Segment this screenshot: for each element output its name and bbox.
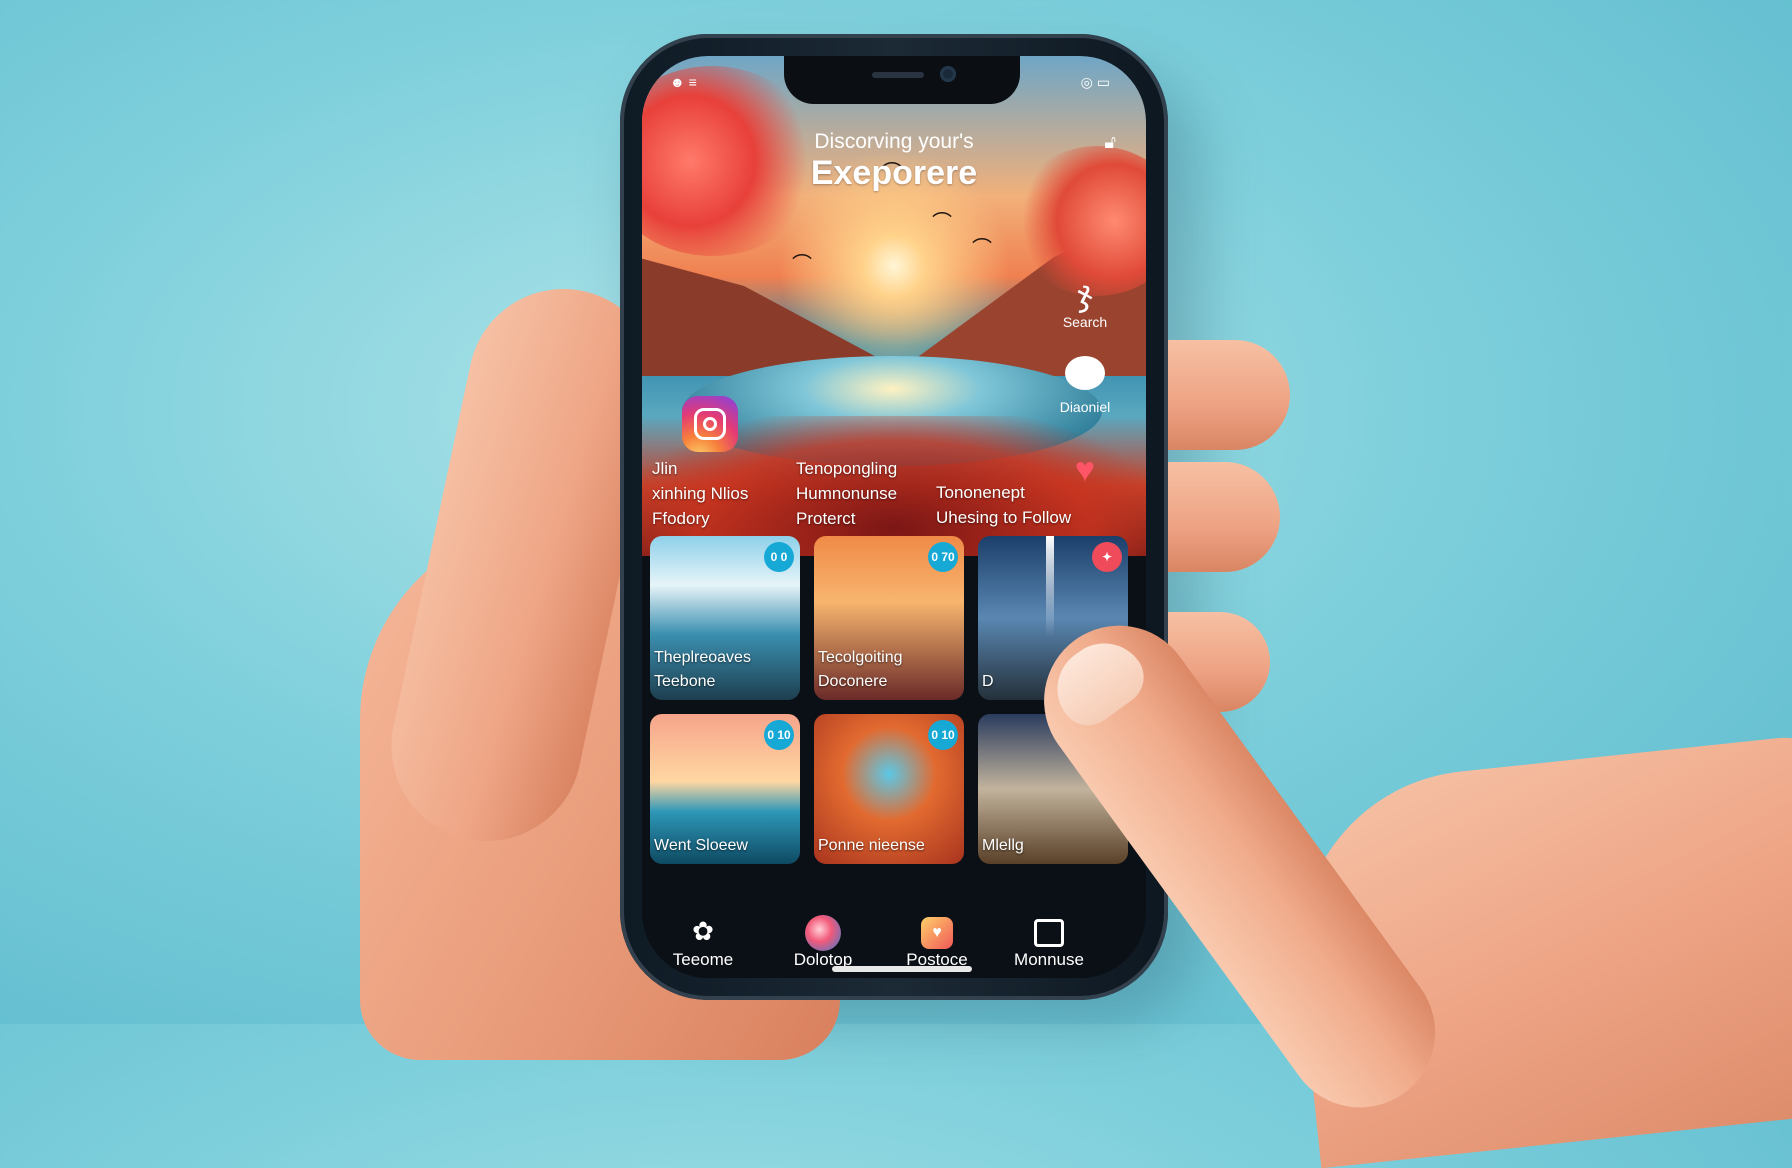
count-badge: 0 0 xyxy=(764,542,794,572)
lock-icon[interactable]: 🔓︎ xyxy=(1104,132,1116,153)
nav-item-profile[interactable]: Monnuse xyxy=(994,912,1104,970)
count-badge: 0 10 xyxy=(764,720,794,750)
messages-label: Diaoniel xyxy=(1059,399,1111,415)
nav-item-post[interactable]: ♥ Postoce xyxy=(882,912,992,970)
instagram-logo-icon[interactable] xyxy=(682,396,738,452)
grid-tile[interactable]: 0 70 Tecolgoiting Doconere xyxy=(814,536,964,700)
search-action[interactable]: ჯ Search xyxy=(1050,274,1120,330)
search-label: Search xyxy=(1062,314,1108,330)
knot-icon: ჯ xyxy=(1077,275,1093,313)
box-icon xyxy=(994,912,1104,950)
circle-app-icon xyxy=(768,912,878,952)
tile-label: Mlellg xyxy=(982,837,1024,854)
count-badge: 0 70 xyxy=(928,542,958,572)
tile-label: Theplreoaves Teebone xyxy=(654,649,751,690)
caption-2[interactable]: Tenopongling Humnonunse Proterct xyxy=(796,456,956,531)
status-left-icons: ☻ ≡ xyxy=(670,74,697,90)
tile-label: D xyxy=(982,673,994,690)
caption-1[interactable]: Jlin xinhing Nlios Ffodory xyxy=(652,456,802,531)
grid-tile[interactable]: 0 10 Ponne nieense xyxy=(814,714,964,864)
chat-bubble-icon xyxy=(1050,356,1120,399)
tile-label: Tecolgoiting Doconere xyxy=(818,649,903,690)
heart-app-icon: ♥ xyxy=(882,912,992,950)
home-indicator[interactable] xyxy=(832,966,972,972)
grid-tile[interactable]: 0 10 Went Sloeew xyxy=(650,714,800,864)
pinwheel-icon: ✿ xyxy=(692,916,714,946)
nav-label: Teeome xyxy=(672,950,734,969)
light-beam xyxy=(1046,536,1054,636)
nav-item-discover[interactable]: Dolotop xyxy=(768,912,878,970)
tile-label: Went Sloeew xyxy=(654,837,748,854)
status-right-icons: ◎ ▭ xyxy=(1080,74,1110,90)
hero-title: Exeporere xyxy=(810,154,978,192)
bird-icon: ⌒ xyxy=(972,238,992,260)
tile-label: Ponne nieense xyxy=(818,837,925,854)
phone-screen: ⌒ ⌒ ⌒ ⌒ ☻ ≡ ◎ ▭ Discorving your's Exepor… xyxy=(642,56,1146,978)
messages-action[interactable]: Diaoniel xyxy=(1050,356,1120,415)
status-bar: ☻ ≡ ◎ ▭ xyxy=(642,74,1146,104)
count-badge: ✦ xyxy=(1092,542,1122,572)
bird-icon: ⌒ xyxy=(792,254,812,276)
grid-tile[interactable]: 0 0 Theplreoaves Teebone xyxy=(650,536,800,700)
hero-subtitle: Discorving your's xyxy=(814,130,974,153)
caption-3[interactable]: Tononenept Uhesing to Follow xyxy=(936,480,1136,530)
phone: ⌒ ⌒ ⌒ ⌒ ☻ ≡ ◎ ▭ Discorving your's Exepor… xyxy=(620,34,1168,1000)
nav-item-home[interactable]: ✿ Teeome xyxy=(648,912,758,970)
count-badge: 0 10 xyxy=(928,720,958,750)
bird-icon: ⌒ xyxy=(932,212,952,234)
nav-label: Monnuse xyxy=(1014,950,1084,969)
